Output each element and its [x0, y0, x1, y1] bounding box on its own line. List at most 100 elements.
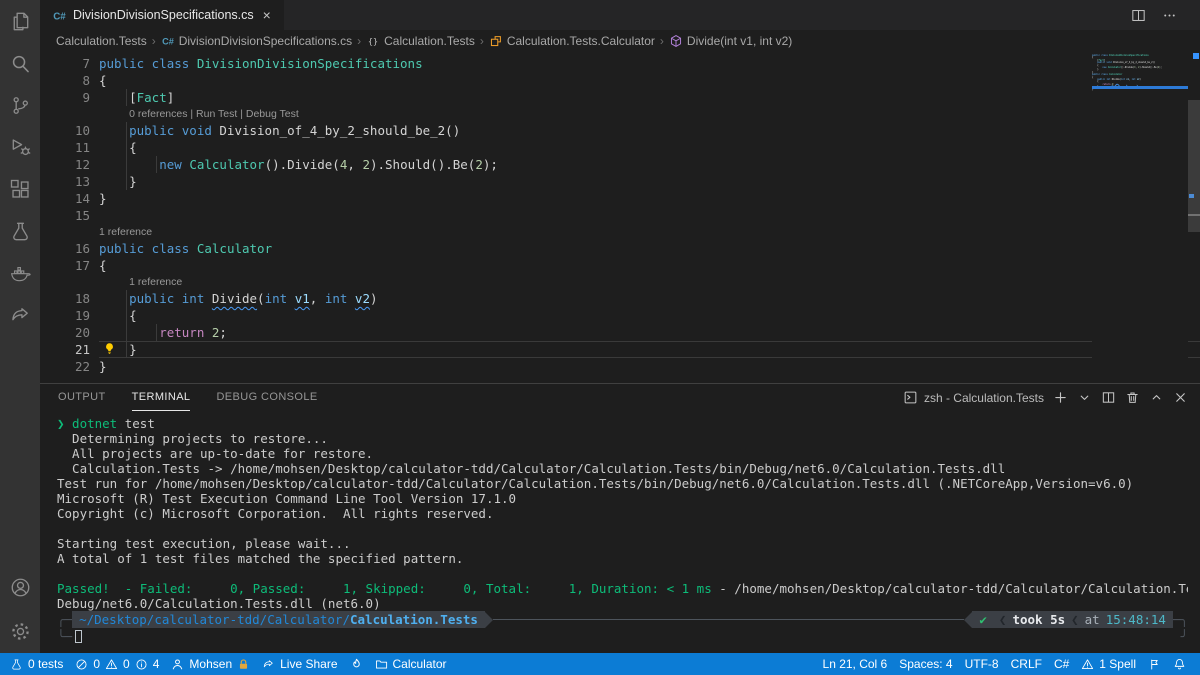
tab-active-file[interactable]: C# DivisionDivisionSpecifications.cs ×: [40, 0, 284, 30]
status-flame[interactable]: [344, 653, 369, 675]
codelens-link[interactable]: Run Test: [196, 108, 237, 120]
code-token: Calculator: [197, 241, 272, 256]
code-line-15[interactable]: 15: [40, 207, 1200, 224]
code-token: v1: [295, 291, 310, 306]
codelens-separator: |: [237, 108, 246, 120]
code-line-12[interactable]: 12new Calculator().Divide(4, 2).Should()…: [40, 156, 1200, 173]
debug-icon: [9, 136, 32, 159]
close-panel-icon[interactable]: [1173, 390, 1188, 405]
activity-item-source-control[interactable]: [0, 84, 40, 126]
code-token: DivisionDivisionSpecifications: [197, 56, 423, 71]
bottom-panel: OUTPUT TERMINAL DEBUG CONSOLE zsh - Calcul…: [40, 383, 1200, 653]
new-terminal-icon[interactable]: [1053, 390, 1068, 405]
activity-item-run-and-debug[interactable]: [0, 126, 40, 168]
error-icon: [75, 658, 88, 671]
codelens-link[interactable]: 0 references: [129, 108, 187, 120]
status-language-mode[interactable]: C#: [1048, 653, 1075, 675]
more-actions-icon[interactable]: [1161, 7, 1178, 24]
status-problems[interactable]: 004: [69, 653, 165, 675]
line-number: 17: [40, 257, 90, 274]
codelens-link[interactable]: 1 reference: [99, 226, 152, 238]
kill-terminal-icon[interactable]: [1125, 390, 1140, 405]
breadcrumb-item[interactable]: Divide(int v1, int v2): [669, 34, 792, 48]
code-line-18[interactable]: 18public int Divide(int v1, int v2): [40, 290, 1200, 307]
split-editor-icon[interactable]: [1130, 7, 1147, 24]
status-eol[interactable]: CRLF: [1005, 653, 1048, 675]
panel-tab-terminal[interactable]: TERMINAL: [132, 385, 191, 411]
code-line-21[interactable]: 21}: [40, 341, 1200, 358]
status-indentation[interactable]: Spaces: 4: [893, 653, 958, 675]
breadcrumb-item[interactable]: {}Calculation.Tests: [366, 34, 475, 48]
code-line-22[interactable]: 22}: [40, 358, 1200, 375]
code-token: Fact: [137, 90, 167, 105]
code-line-13[interactable]: 13}: [40, 173, 1200, 190]
breadcrumb-item[interactable]: C#DivisionDivisionSpecifications.cs: [161, 34, 352, 48]
lightbulb-icon[interactable]: [103, 342, 116, 355]
code-token: ).Should().Be(: [370, 157, 475, 172]
activity-item-extensions[interactable]: [0, 168, 40, 210]
status-notifications[interactable]: [1167, 653, 1192, 675]
csharp-file-icon: C#: [52, 8, 67, 23]
code-line-17[interactable]: 17 {: [40, 257, 1200, 274]
status-account[interactable]: Mohsen: [165, 653, 256, 675]
editor-scrollbar[interactable]: [1188, 52, 1200, 383]
line-number: 18: [40, 290, 90, 307]
code-line-16[interactable]: 16public class Calculator: [40, 240, 1200, 257]
breadcrumb-label: Calculation.Tests: [384, 34, 475, 48]
indent-guide: [126, 156, 127, 173]
code-line-11[interactable]: 11{: [40, 139, 1200, 156]
method-icon: [669, 34, 683, 48]
terminal[interactable]: ❯ dotnet test Determining projects to re…: [40, 411, 1200, 653]
code-line-8[interactable]: 8{: [40, 72, 1200, 89]
panel-tab-debug-console[interactable]: DEBUG CONSOLE: [216, 385, 317, 411]
activity-item-search[interactable]: [0, 42, 40, 84]
terminal-line: Debug/net6.0/Calculation.Tests.dll (net6…: [57, 596, 1188, 611]
terminal-line: Determining projects to restore...: [57, 431, 1188, 446]
status-feedback[interactable]: [1142, 653, 1167, 675]
code-token: );: [483, 157, 498, 172]
status-encoding[interactable]: UTF-8: [959, 653, 1005, 675]
activity-item-testing[interactable]: [0, 210, 40, 252]
code-editor[interactable]: 7public class DivisionDivisionSpecificat…: [40, 52, 1200, 383]
codelens-link[interactable]: 1 reference: [129, 276, 182, 288]
maximize-panel-icon[interactable]: [1149, 390, 1164, 405]
overview-decoration: [1193, 53, 1199, 59]
activity-item-accounts[interactable]: [0, 565, 40, 609]
status-project[interactable]: Calculator: [369, 653, 453, 675]
code-token: ]: [167, 90, 175, 105]
activity-item-docker[interactable]: [0, 252, 40, 294]
status-cursor-position[interactable]: Ln 21, Col 6: [817, 653, 894, 675]
prompt-status-segment: ✔❮took 5s❮at15:48:14: [972, 611, 1173, 628]
code-line-19[interactable]: 19{: [40, 307, 1200, 324]
code-token: {: [99, 258, 107, 273]
bell-icon: [1173, 658, 1186, 671]
code-line-10[interactable]: 10public void Division_of_4_by_2_should_…: [40, 122, 1200, 139]
split-terminal-icon[interactable]: [1101, 390, 1116, 405]
terminal-dropdown-icon[interactable]: [1077, 390, 1092, 405]
line-number: 21: [40, 341, 90, 358]
activity-item-explorer[interactable]: [0, 0, 40, 42]
code-line-14[interactable]: 14}: [40, 190, 1200, 207]
breadcrumb-item[interactable]: Calculation.Tests.Calculator: [489, 34, 655, 48]
breadcrumb-item[interactable]: Calculation.Tests: [56, 34, 147, 48]
code-line-20[interactable]: 20return 2;: [40, 324, 1200, 341]
status-live-share[interactable]: Live Share: [256, 653, 343, 675]
scrollbar-thumb[interactable]: [1188, 100, 1200, 232]
prompt-duration: took 5s: [1012, 611, 1065, 628]
code-line-9[interactable]: 9[Fact]: [40, 89, 1200, 106]
minimap[interactable]: public class DivisionDivisionSpecificati…: [1092, 52, 1188, 383]
status-tests[interactable]: 0 tests: [4, 653, 69, 675]
panel-tab-output[interactable]: OUTPUT: [58, 385, 106, 411]
svg-text:C#: C#: [162, 37, 174, 47]
close-tab-icon[interactable]: ×: [260, 7, 274, 23]
activity-item-live-share[interactable]: [0, 294, 40, 336]
terminal-line: ❯ dotnet test: [57, 416, 1188, 431]
code-line-7[interactable]: 7public class DivisionDivisionSpecificat…: [40, 55, 1200, 72]
code-token: Division_of_4_by_2_should_be_2(): [219, 123, 460, 138]
status-spell-checker[interactable]: 1 Spell: [1075, 653, 1142, 675]
beaker-icon: [10, 658, 23, 671]
tab-bar: C# DivisionDivisionSpecifications.cs ×: [40, 0, 1200, 30]
codelens-link[interactable]: Debug Test: [246, 108, 299, 120]
activity-item-settings[interactable]: [0, 609, 40, 653]
terminal-instance-select[interactable]: zsh - Calculation.Tests: [903, 390, 1044, 405]
